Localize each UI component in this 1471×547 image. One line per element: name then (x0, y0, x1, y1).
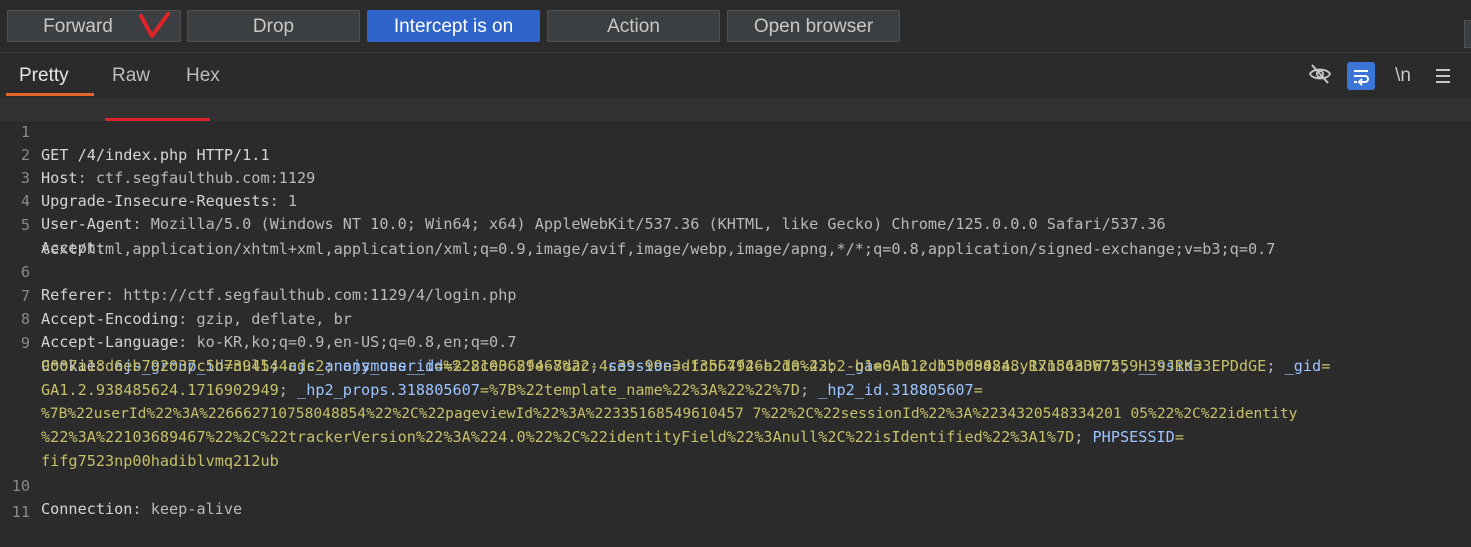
cookie-cont-1: 9007a18d6eb792037c5b7394544cdc2; ajs_use… (0, 332, 1471, 375)
word-wrap-icon[interactable] (1347, 62, 1375, 90)
drop-button[interactable]: Drop (187, 10, 360, 42)
intercept-toolbar: Forward Drop Intercept is on Action Open… (0, 6, 1471, 52)
cookie-cont-3: %7B%22userId%22%3A%226662710758048854%22… (0, 379, 1471, 422)
request-line-1: 1 GET /4/index.php HTTP/1.1 (0, 98, 1471, 164)
red-check-annotation (139, 12, 170, 38)
tab-raw[interactable]: Raw (112, 65, 150, 91)
menu-icon[interactable] (1430, 62, 1456, 90)
line-number: 11 (11, 503, 30, 521)
newline-toggle[interactable]: \n (1390, 62, 1416, 90)
empty-line: 11 (0, 478, 1471, 521)
request-editor[interactable]: 1 GET /4/index.php HTTP/1.1 2 Host: ctf.… (0, 97, 1471, 521)
header-line-connection: 10 Connection: keep-alive (0, 452, 1471, 518)
header-line-accept: 5 Accept: (0, 191, 1471, 257)
tab-hex[interactable]: Hex (186, 65, 220, 91)
cookie-cont-5: fifg7523np00hadiblvmq212ub (0, 427, 1471, 470)
header-name: Connection (41, 500, 133, 518)
header-line-accept-encoding: 7 Accept-Encoding: gzip, deflate, br (0, 262, 1471, 328)
header-line-upgrade: 3 Upgrade-Insecure-Requests: 1 (0, 144, 1471, 210)
header-line-accept-cont: text/html,application/xhtml+xml,applicat… (0, 215, 1471, 258)
cookie-cont-4: %22%3A%22103689467%22%2C%22trackerVersio… (0, 403, 1471, 446)
header-line-host: 2 Host: ctf.segfaulthub.com:1129 (0, 121, 1471, 187)
hide-nonprintable-icon[interactable] (1306, 62, 1334, 90)
header-line-accept-language: 8 Accept-Language: ko-KR,ko;q=0.9,en-US;… (0, 285, 1471, 351)
active-tab-indicator (6, 93, 94, 96)
forward-label: Forward (43, 16, 113, 37)
intercept-toggle-button[interactable]: Intercept is on (367, 10, 540, 42)
message-view-tabs: Pretty Raw Hex \n (0, 53, 1471, 97)
header-value: : keep-alive (132, 500, 243, 518)
toolbar-edge-control[interactable] (1464, 20, 1471, 48)
tab-pretty[interactable]: Pretty (19, 65, 69, 91)
open-browser-button[interactable]: Open browser (727, 10, 900, 42)
header-line-user-agent: 4 User-Agent: Mozilla/5.0 (Windows NT 10… (0, 167, 1471, 233)
header-line-referer: 6 Referer: http://ctf.segfaulthub.com:11… (0, 238, 1471, 304)
header-line-cookie: 9 Cookie: ajs_group_id=null; ajs_anonymo… (0, 309, 1471, 375)
action-button[interactable]: Action (547, 10, 720, 42)
cookie-cont-2: GA1.2.938485624.1716902949; _hp2_props.3… (0, 356, 1471, 399)
